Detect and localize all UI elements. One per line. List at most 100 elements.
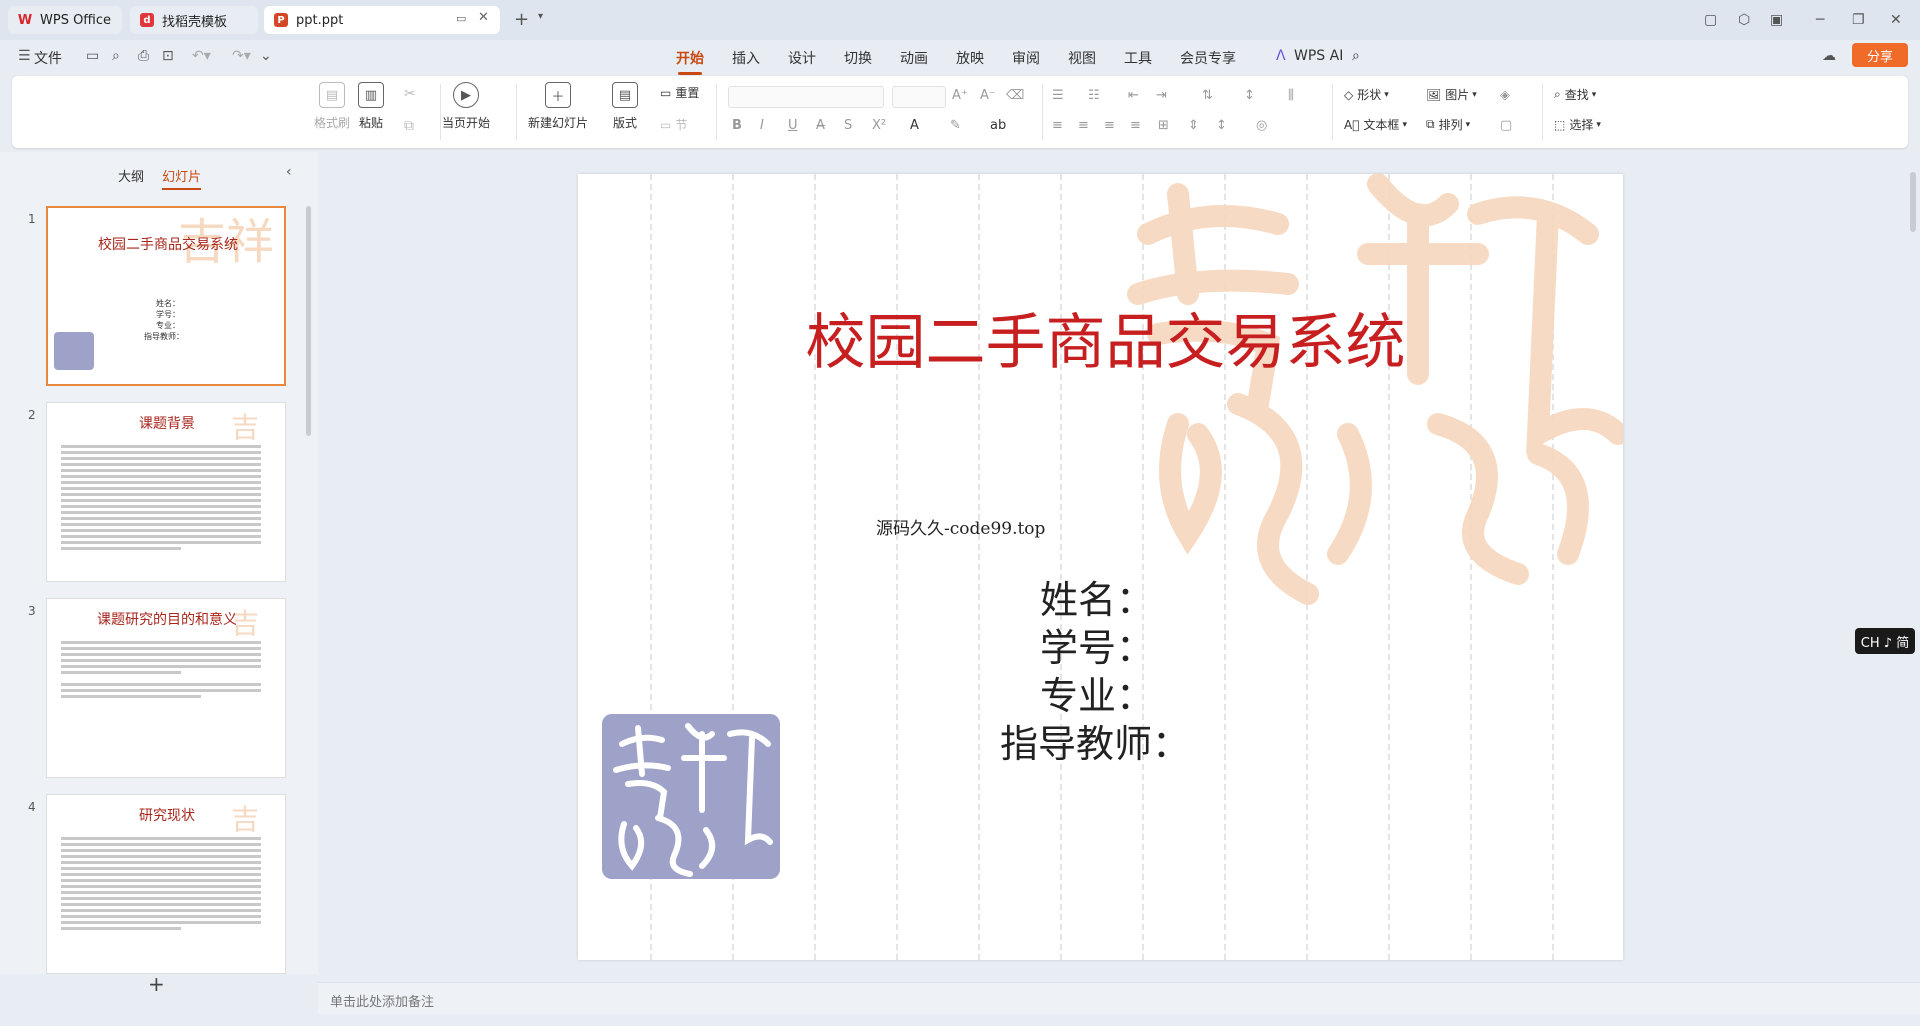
wps-ai-button[interactable]: WPS AI [1294,48,1343,64]
menu-transition[interactable]: 切换 [844,48,872,68]
paragraph-spacing-icon[interactable]: ↕ [1216,118,1227,133]
highlight-icon[interactable]: ✎ [950,118,961,133]
slide-thumbnail-4[interactable]: 吉 研究现状 [46,794,286,974]
underline-icon[interactable]: U [788,118,798,133]
layout-icon[interactable]: ▢ [1704,12,1717,28]
share-button[interactable]: 分享 [1852,43,1908,67]
export-icon[interactable]: ⌕ [112,48,120,64]
menu-view[interactable]: 视图 [1068,48,1096,68]
cloud-upload-icon[interactable]: ☁ [1822,48,1836,64]
new-slide-button[interactable]: ＋ 新建幻灯片 [528,82,588,131]
menu-design[interactable]: 设计 [788,48,816,68]
clear-format-icon[interactable]: ⌫ [1006,88,1024,103]
tab-close-icon[interactable]: ✕ [478,10,489,25]
minimize-icon[interactable]: ─ [1816,12,1824,28]
slide[interactable]: 校园二手商品交易系统 源码久久-code99.top 姓名： 学号： 专业： 指… [578,174,1623,960]
columns-icon[interactable]: ⫼ [1288,88,1294,103]
cut-icon[interactable]: ✂ [404,86,416,102]
outdent-icon[interactable]: ⇤ [1128,88,1139,103]
find-button[interactable]: ⌕ 查找 ▾ [1554,86,1596,103]
tab-ppt-document[interactable]: P ppt.ppt ▭ ✕ [264,6,500,34]
file-menu[interactable]: 文件 [34,48,62,68]
new-tab-button[interactable]: + [514,9,529,30]
field-name[interactable]: 姓名： [1040,569,1154,624]
tab-find-template[interactable]: d 找稻壳模板 [130,6,258,34]
redo-icon[interactable]: ↷▾ [232,48,251,64]
menu-icon[interactable]: ☰ [18,48,31,64]
select-button[interactable]: ⬚ 选择 ▾ [1554,116,1601,133]
increase-font-icon[interactable]: A⁺ [952,88,968,103]
strikethrough-icon[interactable]: A̶ [816,118,825,133]
reset-button[interactable]: ▭ 重置 [660,84,699,101]
notes-area[interactable]: 单击此处添加备注 [318,982,1920,1014]
align-center-icon[interactable]: ≡ [1078,118,1089,133]
text-direction-icon[interactable]: ⇅ [1202,88,1213,103]
tab-slides[interactable]: 幻灯片 [162,170,201,185]
smart-art-icon[interactable]: ◎ [1256,118,1267,133]
menu-animation[interactable]: 动画 [900,48,928,68]
font-family-select[interactable] [728,86,884,108]
char-spacing-icon[interactable]: ab [990,118,1006,133]
italic-icon[interactable]: I [760,118,764,133]
layout-button[interactable]: ▤ 版式 [612,82,638,131]
shadow-icon[interactable]: S [844,118,852,133]
field-advisor[interactable]: 指导教师： [1000,713,1190,768]
justify-icon[interactable]: ≡ [1130,118,1141,133]
textbox-button[interactable]: A⃞ 文本框 ▾ [1344,116,1407,133]
align-right-icon[interactable]: ≡ [1104,118,1115,133]
menu-membership[interactable]: 会员专享 [1180,48,1236,68]
ime-indicator[interactable]: CH ♪ 简 [1855,628,1915,654]
font-color-icon[interactable]: A [910,118,919,133]
start-slideshow-button[interactable]: ▶ 当页开始 [442,82,490,131]
section-button[interactable]: ▭ 节 [660,116,687,133]
slide-thumbnail-1[interactable]: 吉祥 校园二手商品交易系统 姓名： 学号： 专业： 指导教师： [46,206,286,386]
align-left-icon[interactable]: ≡ [1052,118,1063,133]
print-preview-icon[interactable]: ⊡ [162,48,174,64]
panel-scrollbar[interactable] [306,206,311,436]
cube-icon[interactable]: ⬡ [1738,12,1750,28]
fill-icon[interactable]: ◈ [1500,88,1510,103]
outline-icon[interactable]: ▢ [1500,118,1512,133]
distribute-icon[interactable]: ⊞ [1158,118,1169,133]
numbered-list-icon[interactable]: ☷ [1088,88,1100,103]
tab-list-chevron-icon[interactable]: ▾ [538,11,543,22]
collapse-panel-icon[interactable]: ‹ [286,164,292,180]
menu-home[interactable]: 开始 [676,48,704,75]
copy-icon[interactable]: ⧉ [404,118,414,134]
field-major[interactable]: 专业： [1040,665,1154,720]
menu-insert[interactable]: 插入 [732,48,760,68]
field-student-id[interactable]: 学号： [1040,617,1154,672]
bullet-list-icon[interactable]: ☰ [1052,88,1064,103]
undo-icon[interactable]: ↶▾ [192,48,211,64]
tab-restore-icon[interactable]: ▭ [456,12,466,25]
shape-button[interactable]: ◇ 形状 ▾ [1344,86,1389,103]
bold-icon[interactable]: B [732,118,742,133]
slide-title[interactable]: 校园二手商品交易系统 [578,294,1623,381]
close-icon[interactable]: ✕ [1890,12,1902,28]
menu-review[interactable]: 审阅 [1012,48,1040,68]
source-text[interactable]: 源码久久-code99.top [876,514,1045,539]
customize-chevron-icon[interactable]: ⌄ [260,48,272,64]
menu-slideshow[interactable]: 放映 [956,48,984,68]
superscript-icon[interactable]: X² [872,118,886,133]
avatar[interactable]: ▣ [1770,12,1783,28]
arrange-button[interactable]: ⧉ 排列 ▾ [1426,116,1470,133]
slide-thumbnail-3[interactable]: 吉 课题研究的目的和意义 [46,598,286,778]
paste-button[interactable]: ▥ 粘贴 [358,82,384,131]
canvas-scrollbar[interactable] [1908,152,1918,974]
line-spacing-icon[interactable]: ↕ [1244,88,1255,103]
tab-wps-office[interactable]: W WPS Office [8,6,122,34]
font-size-select[interactable] [892,86,946,108]
add-slide-button[interactable]: + [148,972,165,996]
menu-tools[interactable]: 工具 [1124,48,1152,68]
decrease-font-icon[interactable]: A⁻ [980,88,996,103]
slide-thumbnail-2[interactable]: 吉 课题背景 [46,402,286,582]
tab-outline[interactable]: 大纲 [118,170,144,185]
picture-button[interactable]: 🖼 图片 ▾ [1426,86,1477,103]
restore-icon[interactable]: ❐ [1852,12,1865,28]
print-icon[interactable]: ⎙ [138,48,149,64]
search-icon[interactable]: ⌕ [1352,48,1360,64]
save-icon[interactable]: ▭ [86,48,99,64]
indent-icon[interactable]: ⇥ [1156,88,1167,103]
vertical-align-icon[interactable]: ⇕ [1188,118,1199,133]
